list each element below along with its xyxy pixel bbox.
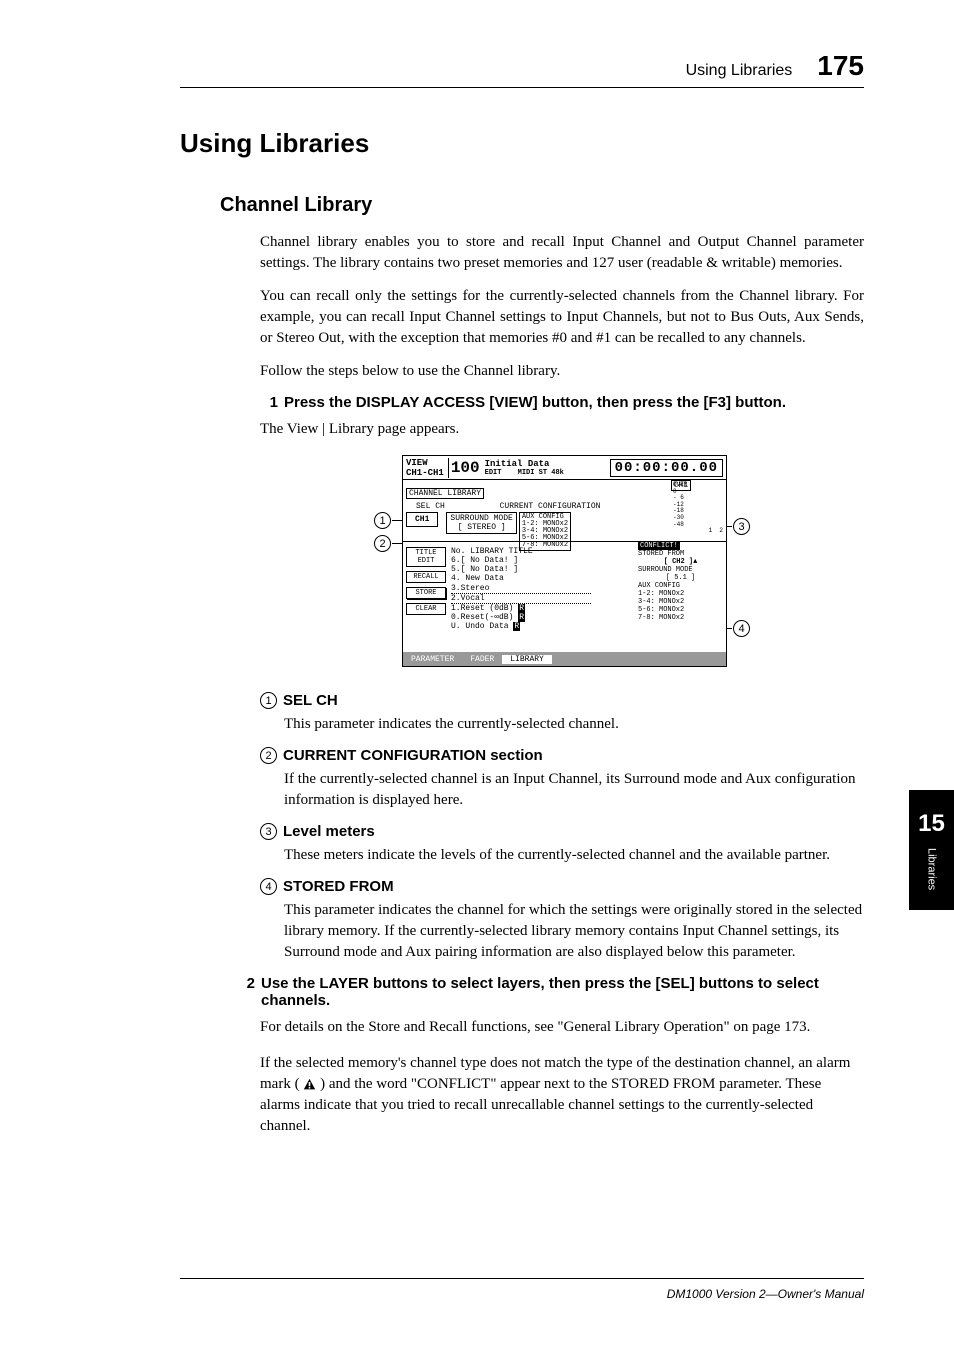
lcd-view-label: VIEW	[406, 458, 444, 468]
list-item: 5.[ No Data! ]	[451, 565, 591, 574]
list-item-selected: 2.Vocal	[451, 593, 591, 604]
channel-library-label: CHANNEL LIBRARY	[406, 488, 484, 499]
def-3-heading: 3 Level meters	[260, 823, 864, 840]
def-1-heading: 1 SEL CH	[260, 692, 864, 709]
callout-ref-2: 2	[260, 747, 277, 764]
lcd-edit-midi: EDIT MIDI ST 48k	[485, 469, 610, 477]
title-edit-button[interactable]: TITLE EDIT	[406, 547, 446, 567]
callout-ref-1: 1	[260, 692, 277, 709]
def-2-body: If the currently-selected channel is an …	[284, 769, 864, 811]
surround-mode-label: SURROUND MODE	[450, 514, 512, 523]
conflict-label: CONFLICT!	[638, 542, 680, 550]
tab-parameter[interactable]: PARAMETER	[403, 655, 462, 664]
callout-ref-4: 4	[260, 878, 277, 895]
list-item: U. Undo Data R	[451, 622, 591, 631]
intro-para-2: You can recall only the settings for the…	[260, 286, 864, 349]
def-3-title: Level meters	[283, 823, 375, 840]
step-number: 1	[260, 394, 278, 411]
step-title: Use the LAYER buttons to select layers, …	[261, 975, 864, 1009]
intro-para-1: Channel library enables you to store and…	[260, 232, 864, 274]
lcd-timecode: 00:00:00.00	[610, 459, 723, 477]
stored-from-box: CONFLICT! STORED FROM [ CH2 ]▲ SURROUND …	[638, 542, 723, 622]
store-button[interactable]: STORE	[406, 587, 446, 599]
def-1-title: SEL CH	[283, 692, 338, 709]
def-4-heading: 4 STORED FROM	[260, 878, 864, 895]
tab-library[interactable]: LIBRARY	[502, 655, 552, 664]
lcd-screen: VIEW CH1-CH1 100 Initial Data EDIT MIDI …	[402, 455, 727, 667]
lcd-big-num: 100	[449, 459, 482, 477]
chapter-side-tab: 15 Libraries	[909, 790, 954, 910]
current-config-label: CURRENT CONFIGURATION	[500, 502, 601, 511]
callout-4: 4	[733, 620, 750, 637]
tab-fader[interactable]: FADER	[462, 655, 502, 664]
step-2-body-1: For details on the Store and Recall func…	[260, 1017, 864, 1038]
sel-ch-box: CH1	[406, 512, 438, 527]
intro-para-3: Follow the steps below to use the Channe…	[260, 361, 864, 382]
callout-2: 2	[374, 535, 391, 552]
step-2-heading: 2 Use the LAYER buttons to select layers…	[237, 975, 864, 1009]
page-footer: DM1000 Version 2—Owner's Manual	[180, 1278, 864, 1301]
recall-button[interactable]: RECALL	[406, 571, 446, 583]
lcd-ch-label: CH1-CH1	[406, 468, 444, 478]
chapter-number: 15	[918, 810, 945, 838]
chapter-label: Libraries	[926, 848, 938, 890]
step-1-heading: 1 Press the DISPLAY ACCESS [VIEW] button…	[260, 394, 864, 411]
lcd-config-section: CHANNEL LIBRARY CH1 SEL CH CURRENT CONFI…	[403, 480, 726, 542]
step-1-body: The View | Library page appears.	[260, 419, 864, 440]
list-item: 0.Reset(-∞dB) R	[451, 613, 591, 622]
stored-from-label: STORED FROM	[638, 550, 723, 558]
list-item: 1.Reset (0dB) R	[451, 604, 591, 613]
header-page-number: 175	[817, 50, 864, 82]
library-page-screenshot: 1 2 3 4 VIEW CH1-CH1 100 Initial Data ED…	[377, 455, 747, 667]
stereo-value: STEREO	[467, 523, 496, 532]
page-title: Using Libraries	[180, 128, 864, 159]
callout-3: 3	[733, 518, 750, 535]
step-title: Press the DISPLAY ACCESS [VIEW] button, …	[284, 394, 786, 411]
alarm-warning-icon	[303, 1078, 316, 1091]
callout-1: 1	[374, 512, 391, 529]
sel-ch-label: SEL CH	[416, 502, 445, 511]
def-3-body: These meters indicate the levels of the …	[284, 845, 864, 866]
lcd-topbar: VIEW CH1-CH1 100 Initial Data EDIT MIDI …	[403, 456, 726, 480]
callout-ref-3: 3	[260, 823, 277, 840]
level-meters: OVER 0 - 6 -12 -18 -30 -48 1 2	[673, 482, 723, 535]
list-item: 4. New Data	[451, 574, 591, 583]
header-section-title: Using Libraries	[686, 62, 793, 80]
list-item: 3.Stereo	[451, 584, 591, 593]
step-number: 2	[237, 975, 255, 1009]
page-header: Using Libraries 175	[180, 50, 864, 88]
library-list[interactable]: 6.[ No Data! ] 5.[ No Data! ] 4. New Dat…	[451, 556, 591, 632]
lcd-tabs: PARAMETER FADER LIBRARY	[403, 652, 726, 666]
def-2-heading: 2 CURRENT CONFIGURATION section	[260, 747, 864, 764]
list-item: 6.[ No Data! ]	[451, 556, 591, 565]
def-4-title: STORED FROM	[283, 878, 394, 895]
lcd-library-section: TITLE EDIT RECALL STORE CLEAR No. LIBRAR…	[403, 542, 726, 652]
def-4-body: This parameter indicates the channel for…	[284, 900, 864, 963]
lcd-init-data: Initial Data	[485, 459, 610, 469]
section-title: Channel Library	[220, 194, 864, 217]
def-1-body: This parameter indicates the currently-s…	[284, 714, 864, 735]
clear-button[interactable]: CLEAR	[406, 603, 446, 615]
def-2-title: CURRENT CONFIGURATION section	[283, 747, 543, 764]
step-2-body-2: If the selected memory's channel type do…	[260, 1053, 864, 1137]
